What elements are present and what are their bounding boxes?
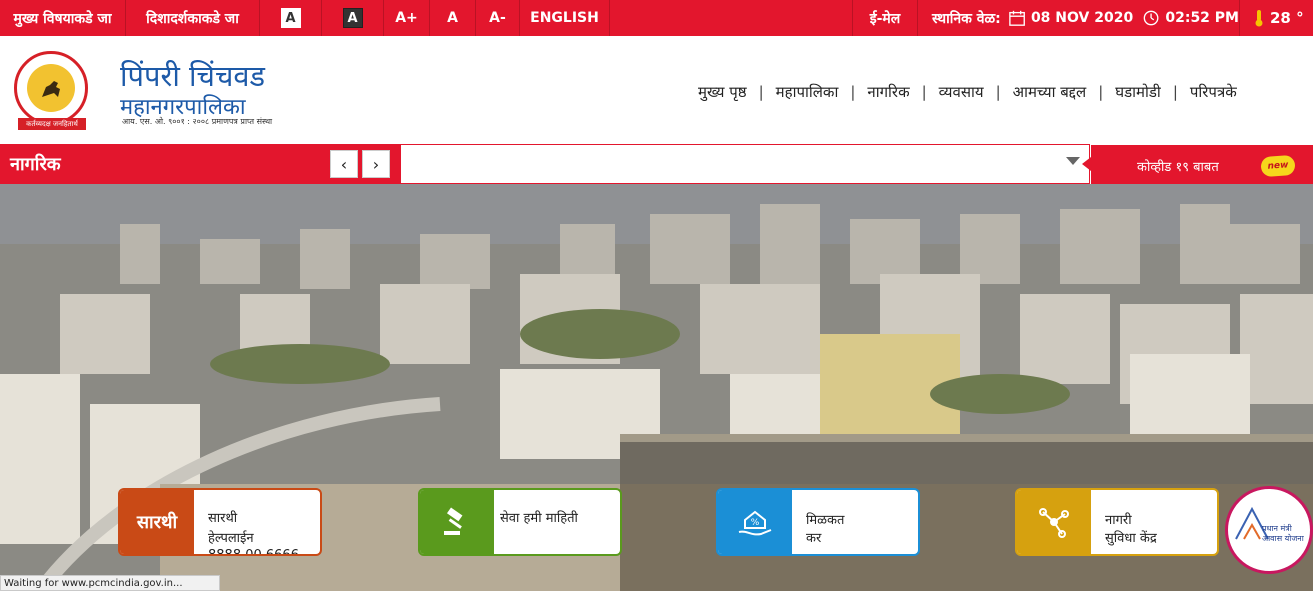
emblem-center bbox=[27, 64, 75, 112]
skip-to-nav-link[interactable]: दिशादर्शकाकडे जा bbox=[126, 0, 260, 36]
font-normal-button[interactable]: A bbox=[430, 0, 476, 36]
category-title: नागरिक bbox=[10, 154, 61, 175]
language-label: ENGLISH bbox=[530, 10, 599, 26]
time-text: 02:52 PM bbox=[1165, 10, 1239, 26]
pmay-text-line2: आवास योजना bbox=[1262, 534, 1304, 543]
sarthi-logo: सारथी bbox=[120, 490, 194, 554]
card-line3: 8888 00 6666 bbox=[208, 548, 299, 556]
site-header: कर्तव्यदक्ष जनहितार्थ पिंपरी चिंचवड महान… bbox=[0, 36, 1313, 144]
new-badge: new bbox=[1260, 154, 1296, 178]
skip-to-main-link[interactable]: मुख्य विषयाकडे जा bbox=[0, 0, 126, 36]
font-increase-button[interactable]: A+ bbox=[384, 0, 430, 36]
nav-item-citizen[interactable]: नागरिक bbox=[867, 82, 909, 102]
gavel-icon bbox=[420, 490, 494, 554]
tax-hand-icon: % bbox=[718, 490, 792, 554]
card-line1: सेवा हमी माहिती bbox=[500, 511, 578, 526]
nav-separator: | bbox=[758, 83, 764, 101]
nav-separator: | bbox=[995, 83, 1001, 101]
weather: 28 ° bbox=[1240, 0, 1313, 36]
browser-status-bar: Waiting for www.pcmcindia.gov.in... bbox=[0, 575, 220, 591]
local-time: स्थानिक वेळ: 08 NOV 2020 02:52 PM bbox=[918, 0, 1240, 36]
nav-separator: | bbox=[1172, 83, 1178, 101]
nav-separator: | bbox=[850, 83, 856, 101]
ticker-dropdown-icon[interactable] bbox=[1066, 157, 1080, 165]
skip-to-main-label: मुख्य विषयाकडे जा bbox=[13, 10, 112, 27]
brand-tagline: आय. एस. ओ. ९००१ : २००८ प्रमाणपत्र प्राप्… bbox=[122, 117, 273, 126]
main-navigation: मुख्य पृष्ठ | महापालिका | नागरिक | व्यवसाय |… bbox=[698, 82, 1237, 102]
covid-label: कोव्हीड १९ बाबत bbox=[1137, 160, 1219, 175]
nav-item-news[interactable]: घडामोडी bbox=[1115, 82, 1161, 102]
email-label: ई-मेल bbox=[869, 10, 901, 27]
service-card-guarantee[interactable]: सेवा हमी माहिती bbox=[418, 488, 622, 556]
covid-flag-pointer bbox=[1082, 157, 1091, 171]
contrast-dark-label: A bbox=[342, 8, 363, 28]
thermometer-icon bbox=[1255, 10, 1263, 27]
nav-item-business[interactable]: व्यवसाय bbox=[939, 82, 984, 102]
font-decrease-label: A- bbox=[489, 10, 506, 26]
contrast-light-button[interactable]: A bbox=[260, 0, 322, 36]
contrast-dark-button[interactable]: A bbox=[322, 0, 384, 36]
ticker-prev-button[interactable]: ‹ bbox=[330, 150, 358, 178]
card-line1: नागरी bbox=[1105, 513, 1132, 528]
nav-item-corporation[interactable]: महापालिका bbox=[776, 82, 839, 102]
date-text: 08 NOV 2020 bbox=[1030, 10, 1134, 26]
service-card-sarthi[interactable]: सारथी सारथी हेल्पलाईन 8888 00 6666 bbox=[118, 488, 322, 556]
nav-item-about[interactable]: आमच्या बद्दल bbox=[1013, 82, 1087, 102]
pmay-text: प्रधान मंत्री आवास योजना bbox=[1262, 524, 1304, 544]
svg-text:%: % bbox=[751, 518, 760, 528]
pmay-text-line1: प्रधान मंत्री bbox=[1262, 524, 1292, 533]
email-link[interactable]: ई-मेल bbox=[852, 0, 918, 36]
pcmc-emblem-logo[interactable] bbox=[14, 51, 88, 125]
sarthi-logo-text: सारथी bbox=[136, 512, 178, 533]
service-card-civic-center[interactable]: नागरी सुविधा केंद्र bbox=[1015, 488, 1219, 556]
font-decrease-button[interactable]: A- bbox=[476, 0, 520, 36]
card-line2: सुविधा केंद्र bbox=[1105, 531, 1157, 546]
utility-bar: मुख्य विषयाकडे जा दिशादर्शकाकडे जा A A A… bbox=[0, 0, 1313, 36]
card-line2: कर bbox=[806, 531, 822, 546]
nav-separator: | bbox=[921, 83, 927, 101]
emblem-ribbon: कर्तव्यदक्ष जनहितार्थ bbox=[18, 118, 86, 130]
brand-name-line1[interactable]: पिंपरी चिंचवड bbox=[120, 56, 265, 95]
contrast-light-label: A bbox=[280, 8, 301, 28]
card-line2: हेल्पलाईन bbox=[208, 531, 254, 546]
language-button[interactable]: ENGLISH bbox=[520, 0, 610, 36]
nav-item-home[interactable]: मुख्य पृष्ठ bbox=[698, 82, 747, 102]
card-line1: मिळकत bbox=[806, 513, 845, 528]
temperature-text: 28 ° bbox=[1270, 9, 1304, 27]
font-normal-label: A bbox=[447, 10, 458, 26]
ticker-next-button[interactable]: › bbox=[362, 150, 390, 178]
network-icon bbox=[1017, 490, 1091, 554]
nav-separator: | bbox=[1098, 83, 1104, 101]
horse-rider-icon bbox=[42, 81, 60, 97]
calendar-icon bbox=[1009, 10, 1025, 26]
nav-item-circulars[interactable]: परिपत्रके bbox=[1190, 82, 1237, 102]
news-ticker[interactable] bbox=[400, 144, 1090, 184]
skip-to-nav-label: दिशादर्शकाकडे जा bbox=[146, 10, 239, 27]
clock-icon bbox=[1143, 10, 1159, 26]
card-line1: सारथी bbox=[208, 511, 238, 526]
service-card-property-tax[interactable]: % मिळकत कर bbox=[716, 488, 920, 556]
font-increase-label: A+ bbox=[395, 10, 418, 26]
local-time-label: स्थानिक वेळ: bbox=[932, 10, 1001, 27]
